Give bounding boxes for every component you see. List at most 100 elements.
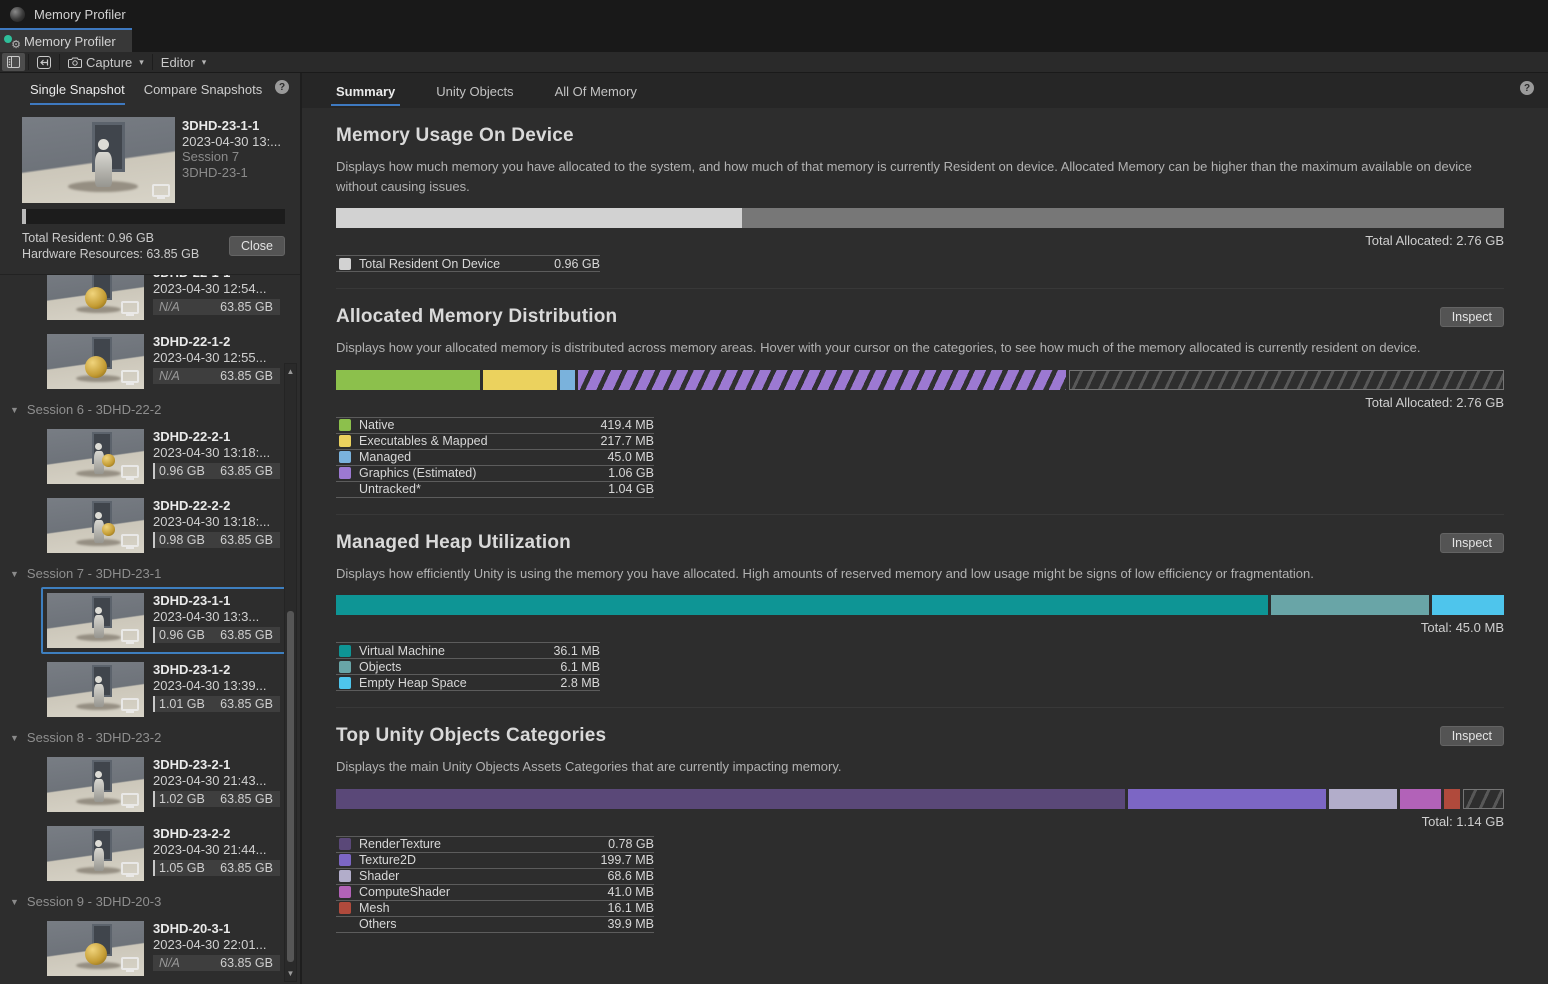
scrollbar-thumb[interactable] xyxy=(287,611,294,963)
session-group-header[interactable]: ▼Session 6 - 3DHD-22-2 xyxy=(0,397,300,421)
snapshot-name: 3DHD-22-2-2 xyxy=(153,498,280,514)
capture-button[interactable]: Capture ▾ xyxy=(63,53,149,71)
selected-snapshot-card: 3DHD-23-1-1 2023-04-30 13:... Session 7 … xyxy=(0,105,300,262)
legend-label: Total Resident On Device xyxy=(359,257,554,271)
section-description: Displays how much memory you have alloca… xyxy=(336,157,1504,196)
snapshot-list-item[interactable]: 3DHD-22-2-12023-04-30 13:18:...0.96 GB63… xyxy=(41,423,286,490)
collapse-triangle-icon: ▼ xyxy=(10,897,19,907)
sidebar-scrollbar[interactable]: ▲ ▼ xyxy=(284,363,297,982)
snapshot-list-item[interactable]: 3DHD-22-1-22023-04-30 12:55...N/A63.85 G… xyxy=(41,328,286,395)
resident-fill-tick xyxy=(153,791,155,807)
legend-value: 419.4 MB xyxy=(600,418,654,432)
snapshot-list-item[interactable]: 3DHD-23-1-22023-04-30 13:39...1.01 GB63.… xyxy=(41,656,286,723)
scroll-up-icon[interactable]: ▲ xyxy=(285,367,296,376)
snapshot-list-item[interactable]: 3DHD-22-1-12023-04-30 12:54...N/A63.85 G… xyxy=(41,275,286,326)
screenshot-monitor-icon xyxy=(121,301,139,314)
snapshot-date: 2023-04-30 13:3... xyxy=(153,609,280,625)
section-legend: Virtual Machine36.1 MBObjects6.1 MBEmpty… xyxy=(336,642,600,691)
section-legend: Total Resident On Device0.96 GB xyxy=(336,255,600,272)
tab-single-snapshot[interactable]: Single Snapshot xyxy=(30,82,125,105)
session-group-header[interactable]: ▼Session 7 - 3DHD-23-1 xyxy=(0,561,300,585)
thumbnail-gold-ball xyxy=(102,454,115,467)
legend-swatch xyxy=(339,902,351,914)
section-header: Managed Heap UtilizationInspect xyxy=(336,530,1504,556)
bar-segment-empty-heap-space[interactable] xyxy=(1432,595,1504,615)
snapshot-memory-bar: 0.96 GB63.85 GB xyxy=(153,463,280,479)
bar-segment-virtual-machine[interactable] xyxy=(336,595,1268,615)
snapshot-list-item[interactable]: 3DHD-20-3-12023-04-30 22:01...N/A63.85 G… xyxy=(41,915,286,982)
inspect-button[interactable]: Inspect xyxy=(1440,307,1504,327)
legend-value: 199.7 MB xyxy=(600,853,654,867)
section-title: Memory Usage On Device xyxy=(336,125,574,147)
bar-segment-untracked[interactable] xyxy=(1069,370,1504,390)
import-snapshot-button[interactable] xyxy=(32,53,56,71)
legend-label: Others xyxy=(359,917,607,931)
scroll-down-icon[interactable]: ▼ xyxy=(285,969,296,978)
summary-main-panel: Summary Unity Objects All Of Memory ? Me… xyxy=(302,73,1548,984)
inspect-button[interactable]: Inspect xyxy=(1440,533,1504,553)
window-title: Memory Profiler xyxy=(34,7,126,22)
tab-compare-snapshots[interactable]: Compare Snapshots xyxy=(144,82,263,105)
snapshot-list-item[interactable]: 3DHD-23-2-22023-04-30 21:44...1.05 GB63.… xyxy=(41,820,286,887)
session-group-header[interactable]: ▼Session 8 - 3DHD-23-2 xyxy=(0,725,300,749)
resident-memory-bar xyxy=(22,209,285,224)
bar-segment-others[interactable] xyxy=(1463,789,1504,809)
snapshot-list: 3DHD-22-1-12023-04-30 12:54...N/A63.85 G… xyxy=(0,275,300,984)
bar-segment-shader[interactable] xyxy=(1329,789,1397,809)
editor-target-dropdown[interactable]: Editor ▾ xyxy=(156,53,212,71)
bar-segment-allocated-not-resident[interactable] xyxy=(742,208,1504,228)
snapshot-hardware-value: 63.85 GB xyxy=(220,299,273,315)
bar-segment-graphics-estimated[interactable] xyxy=(578,370,1066,390)
collapse-triangle-icon: ▼ xyxy=(10,569,19,579)
bar-segment-mesh[interactable] xyxy=(1444,789,1460,809)
section-header: Memory Usage On Device xyxy=(336,123,1504,149)
close-button[interactable]: Close xyxy=(229,236,285,256)
legend-label: Empty Heap Space xyxy=(359,676,560,690)
legend-swatch xyxy=(339,467,351,479)
tab-unity-objects[interactable]: Unity Objects xyxy=(436,84,513,108)
main-help-icon[interactable]: ? xyxy=(1520,81,1534,95)
snapshot-resident-value: 1.02 GB xyxy=(159,791,205,807)
workspace: Single Snapshot Compare Snapshots ? 3DHD… xyxy=(0,73,1548,984)
summary-content: Memory Usage On Device Displays how much … xyxy=(302,108,1548,984)
bar-segment-native[interactable] xyxy=(336,370,480,390)
bar-segment-objects[interactable] xyxy=(1271,595,1429,615)
snapshot-list-item[interactable]: 3DHD-23-2-12023-04-30 21:43...1.02 GB63.… xyxy=(41,751,286,818)
snapshot-name: 3DHD-22-1-2 xyxy=(153,334,280,350)
sidebar-help-icon[interactable]: ? xyxy=(275,80,289,94)
snapshot-date: 2023-04-30 13:39... xyxy=(153,678,280,694)
legend-value: 45.0 MB xyxy=(607,450,654,464)
legend-swatch xyxy=(339,645,351,657)
legend-label: Executables & Mapped xyxy=(359,434,600,448)
legend-label: Virtual Machine xyxy=(359,644,553,658)
tab-summary[interactable]: Summary xyxy=(336,84,395,108)
bar-segment-executables-mapped[interactable] xyxy=(483,370,557,390)
tab-all-of-memory[interactable]: All Of Memory xyxy=(555,84,637,108)
section-legend: Native419.4 MBExecutables & Mapped217.7 … xyxy=(336,417,654,498)
session-group-label: Session 9 - 3DHD-20-3 xyxy=(27,894,161,909)
inspect-button[interactable]: Inspect xyxy=(1440,726,1504,746)
editor-label: Editor xyxy=(161,55,195,70)
legend-value: 39.9 MB xyxy=(607,917,654,931)
legend-swatch xyxy=(339,886,351,898)
session-group-header[interactable]: ▼ Session 9 - 3DHD-20-3 xyxy=(0,889,300,913)
legend-row: Texture2D199.7 MB xyxy=(336,853,654,869)
bar-segment-managed[interactable] xyxy=(560,370,575,390)
snapshot-hardware-value: 63.85 GB xyxy=(220,532,273,548)
snapshot-resident-value: 1.01 GB xyxy=(159,696,205,712)
main-tabs: Summary Unity Objects All Of Memory ? xyxy=(302,73,1548,108)
snapshot-list-item[interactable]: 3DHD-23-1-12023-04-30 13:3...0.96 GB63.8… xyxy=(41,587,286,654)
memory-profiler-dock-tab[interactable]: Memory Profiler xyxy=(0,28,132,52)
bar-segment-texture2d[interactable] xyxy=(1128,789,1326,809)
bar-segment-computeshader[interactable] xyxy=(1400,789,1440,809)
snapshot-hardware-value: 63.85 GB xyxy=(220,696,273,712)
capture-dropdown-caret-icon[interactable]: ▾ xyxy=(136,57,144,68)
toggle-snapshot-panel-button[interactable] xyxy=(2,53,25,71)
summary-section: Memory Usage On Device Displays how much … xyxy=(336,108,1504,288)
section-title: Allocated Memory Distribution xyxy=(336,306,617,328)
snapshot-date: 2023-04-30 12:54... xyxy=(153,281,280,297)
bar-segment-total-resident-on-device[interactable] xyxy=(336,208,742,228)
snapshot-memory-bar: 0.98 GB63.85 GB xyxy=(153,532,280,548)
snapshot-list-item[interactable]: 3DHD-22-2-22023-04-30 13:18:...0.98 GB63… xyxy=(41,492,286,559)
bar-segment-rendertexture[interactable] xyxy=(336,789,1125,809)
